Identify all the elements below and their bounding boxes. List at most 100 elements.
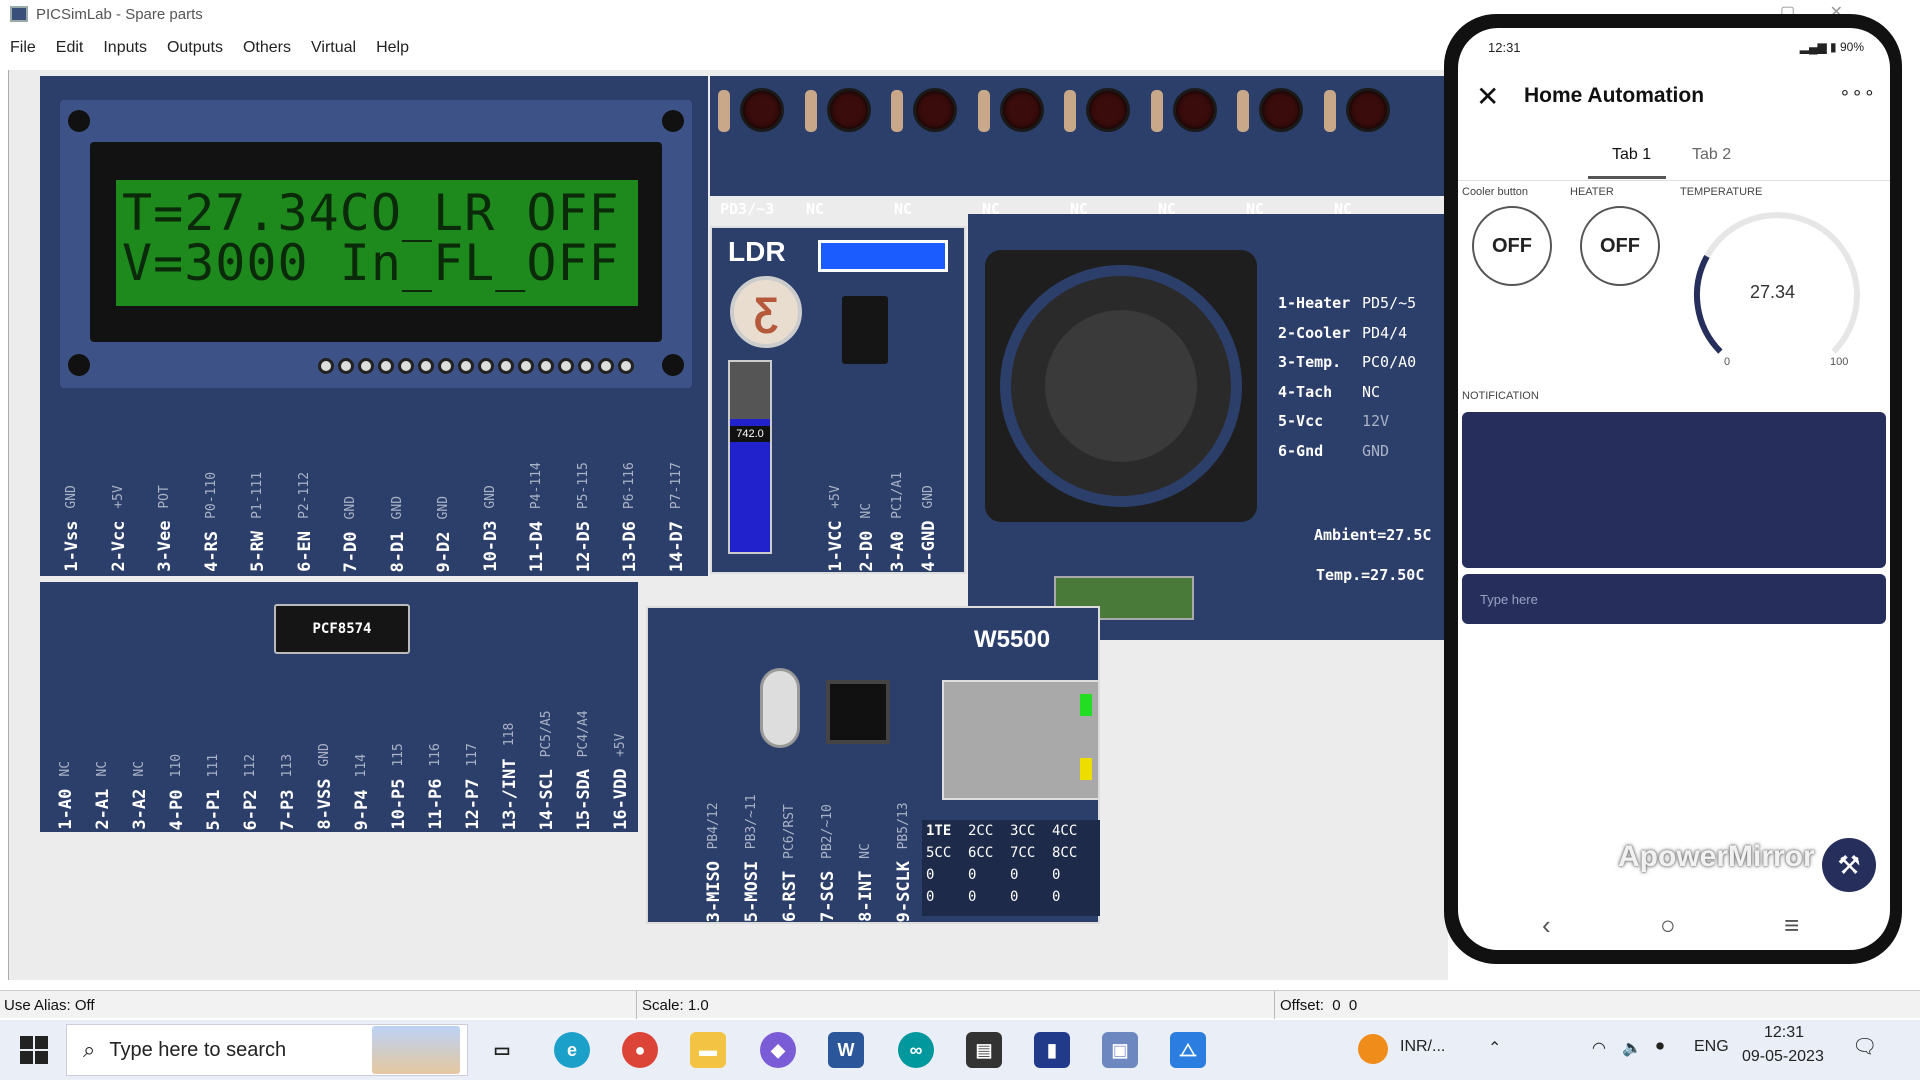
arduino-icon[interactable]: ∞ xyxy=(898,1032,934,1068)
tray-overflow-icon[interactable]: ⌃ xyxy=(1488,1038,1501,1058)
picsimlab-icon[interactable]: ▮ xyxy=(1034,1032,1070,1068)
lcd-pin-label: 3-Vee POT xyxy=(155,485,175,572)
lcd-pin-name: 5-RW xyxy=(248,531,268,572)
menu-help[interactable]: Help xyxy=(376,39,409,57)
activity-led xyxy=(1080,758,1092,780)
task-view-icon[interactable]: ▭ xyxy=(484,1032,520,1068)
lcd-pin-label: 14-D7 P7-117 xyxy=(667,462,687,572)
status-alias: Use Alias: Off xyxy=(4,997,95,1014)
apowermirror-icon[interactable]: ⧍ xyxy=(1170,1032,1206,1068)
lcd-pin-label: 7-D0 GND xyxy=(341,496,361,572)
lcd-pin-name: 14-D7 xyxy=(666,520,687,572)
back-icon[interactable]: ‹ xyxy=(1542,910,1551,941)
pcf-pin-signal: 111 xyxy=(206,753,221,778)
lcd-screw xyxy=(662,354,684,376)
led-board[interactable] xyxy=(710,76,1446,196)
menu-others[interactable]: Others xyxy=(243,39,291,57)
fan-pin-row: 1-Heater PD5/~5 xyxy=(1278,294,1416,312)
tab-1[interactable]: Tab 1 xyxy=(1612,146,1651,164)
terminal-icon[interactable]: ▤ xyxy=(966,1032,1002,1068)
w5500-pin-name: 3-MISO xyxy=(704,860,724,922)
windows-start-icon[interactable] xyxy=(18,1034,50,1066)
pcf-pin-label: 8-VSS GND xyxy=(315,743,335,830)
w5500-title: W5500 xyxy=(974,626,1051,653)
menu-virtual[interactable]: Virtual xyxy=(311,39,356,57)
cooler-toggle[interactable]: OFF xyxy=(1472,206,1552,286)
pcf-pin-signal: +5V xyxy=(613,733,628,757)
fan-pin-row: 5-Vcc 12V xyxy=(1278,412,1389,430)
w5500-pin-name: 5-MOSI xyxy=(742,860,762,922)
fan-pin-signal: PC0/A0 xyxy=(1362,353,1417,371)
lcd-display: T=27.34CO_LR OFF V=3000 In_FL_OFF xyxy=(116,180,638,306)
lcd-pin-label: 1-Vss GND xyxy=(62,485,82,572)
heater-toggle[interactable]: OFF xyxy=(1580,206,1660,286)
pcf-pin-label: 4-P0 110 xyxy=(167,754,187,830)
search-highlight-image xyxy=(372,1026,460,1074)
language-indicator[interactable]: ENG xyxy=(1694,1038,1729,1056)
socket-table-cell: 0 xyxy=(1052,867,1061,883)
lcd-pin-name: 2-Vcc xyxy=(108,520,129,572)
ldr-pin-signal: +5V xyxy=(828,485,843,509)
menu-bar: File Edit Inputs Outputs Others Virtual … xyxy=(0,34,429,62)
app-icon[interactable]: ◆ xyxy=(760,1032,796,1068)
more-icon[interactable]: ∘∘∘ xyxy=(1839,82,1876,103)
lcd-pin-signal: P0-110 xyxy=(203,472,219,520)
fan-pin-signal: 12V xyxy=(1362,412,1390,430)
socket-table-cell: 4CC xyxy=(1052,823,1078,839)
window-title: PICSimLab - Spare parts xyxy=(36,5,203,23)
desktop: PICSimLab - Spare parts ▢ ✕ File Edit In… xyxy=(0,0,1920,1080)
ldr-pin-signal: PC1/A1 xyxy=(890,472,905,520)
temperature-value: 27.34 xyxy=(1750,282,1796,302)
socket-table: 1TE 2CC 3CC 4CC 5CC 6CC 7CC 8CC 0 0 0 0 0 0 0 0 xyxy=(922,820,1100,916)
lcd-pin-label: 10-D3 GND xyxy=(481,485,501,572)
wrench-icon[interactable]: ⚒ xyxy=(1822,838,1876,892)
microphone-icon[interactable]: ⏺ xyxy=(1656,1038,1664,1056)
chrome-icon[interactable]: ● xyxy=(622,1032,658,1068)
menu-edit[interactable]: Edit xyxy=(56,39,84,57)
cooler-state: OFF xyxy=(1492,234,1532,257)
lcd-pin-signal: POT xyxy=(157,485,172,509)
lcd-pin-signal: P5-115 xyxy=(575,461,591,509)
notification-label: NOTIFICATION xyxy=(1462,390,1539,402)
heater-state: OFF xyxy=(1600,234,1640,257)
temp-readout: Temp.=27.50C xyxy=(1316,566,1425,584)
gauge-fill xyxy=(1694,254,1723,354)
file-explorer-icon[interactable]: ▬ xyxy=(690,1032,726,1068)
lcd-pin-name: 12-D5 xyxy=(573,520,594,572)
socket-table-cell: 1TE xyxy=(926,823,952,839)
lcd-pin-signal: GND xyxy=(482,485,498,509)
menu-outputs[interactable]: Outputs xyxy=(167,39,223,57)
pcf-pin-signal: PC4/A4 xyxy=(576,709,591,757)
w5500-pin-signal: PB3/~11 xyxy=(744,793,759,849)
signal-icon: ▂▄▆ xyxy=(1799,40,1831,54)
menu-file[interactable]: File xyxy=(10,39,36,57)
tab-2[interactable]: Tab 2 xyxy=(1692,146,1731,164)
home-icon[interactable]: ○ xyxy=(1660,910,1676,941)
menu-inputs[interactable]: Inputs xyxy=(103,39,147,57)
heater-label: HEATER xyxy=(1570,186,1614,198)
taskbar-time[interactable]: 12:31 xyxy=(1764,1024,1804,1042)
temperature-label: TEMPERATURE xyxy=(1680,186,1763,198)
w5500-pin-signal: PB4/12 xyxy=(706,801,721,849)
currency-widget[interactable]: INR/... xyxy=(1400,1038,1445,1056)
notification-center-icon[interactable]: 🗨 xyxy=(1852,1034,1877,1059)
socket-table-cell: 0 xyxy=(1010,889,1019,905)
close-icon[interactable]: ✕ xyxy=(1476,80,1499,113)
led-pin-label: NC xyxy=(806,200,825,218)
network-icon[interactable]: ◠ xyxy=(1592,1038,1606,1058)
edge-icon[interactable]: e xyxy=(554,1032,590,1068)
lcd-pin-name: 3-Vee xyxy=(155,520,175,572)
menu-icon[interactable]: ≡ xyxy=(1784,910,1799,941)
word-icon[interactable]: W xyxy=(828,1032,864,1068)
message-input[interactable]: Type here xyxy=(1462,574,1886,624)
tab-1-underline xyxy=(1588,176,1666,179)
led-indicator xyxy=(740,88,784,132)
ldr-slider[interactable]: 742.0 xyxy=(728,360,772,554)
paint-icon[interactable]: ▣ xyxy=(1102,1032,1138,1068)
taskbar-date[interactable]: 09-05-2023 xyxy=(1742,1048,1824,1066)
status-scale: Scale: 1.0 xyxy=(642,997,709,1014)
led-indicator xyxy=(826,88,871,132)
phone-screen: 12:31 ▂▄▆ ▮ 90% ✕ Home Automation ∘∘∘ Ta… xyxy=(1458,28,1890,950)
volume-icon[interactable]: 🔈 xyxy=(1622,1038,1642,1058)
fan-pin-signal: NC xyxy=(1362,382,1381,401)
